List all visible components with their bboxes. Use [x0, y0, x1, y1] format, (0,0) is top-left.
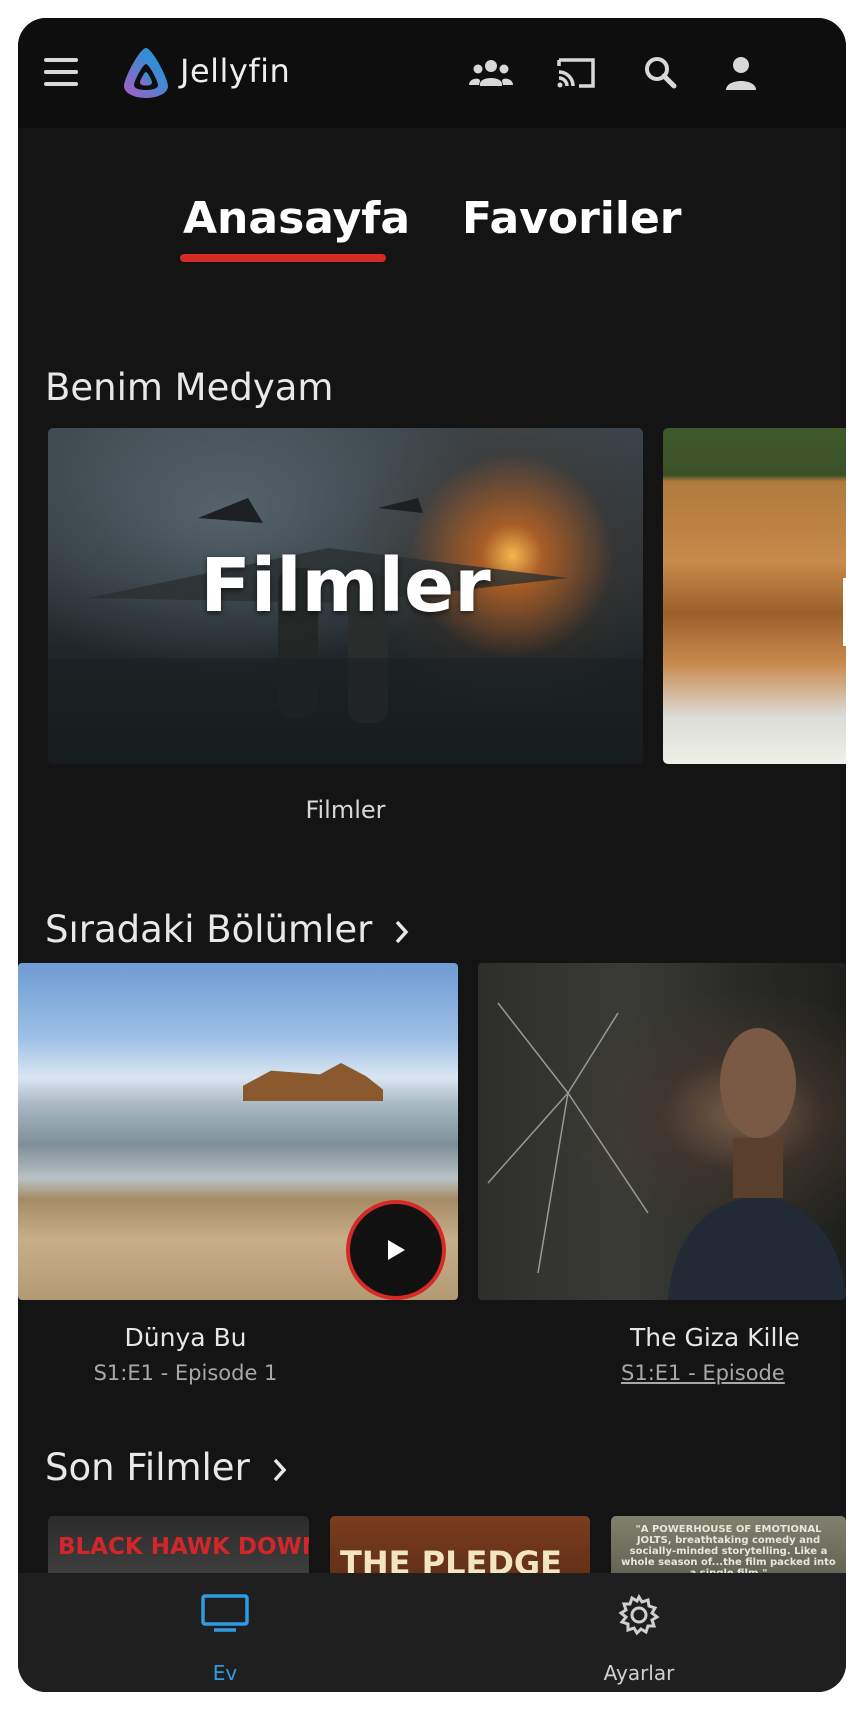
user-profile-icon[interactable]: [718, 52, 764, 94]
syncplay-group-icon[interactable]: [468, 52, 514, 94]
library-card-partial[interactable]: [663, 428, 846, 764]
tab-anasayfa[interactable]: Anasayfa: [183, 193, 410, 244]
section-title-next-up-label: Sıradaki Bölümler: [45, 908, 373, 951]
episode-subtitle-giza-killer[interactable]: S1:E1 - Episode: [621, 1361, 785, 1385]
cast-icon[interactable]: [553, 52, 599, 94]
search-icon[interactable]: [638, 52, 684, 94]
play-button[interactable]: [346, 1200, 446, 1300]
poster-quote: "A POWERHOUSE OF EMOTIONAL JOLTS, breath…: [621, 1524, 836, 1579]
menu-icon[interactable]: [44, 58, 78, 86]
tab-favoriler[interactable]: Favoriler: [462, 193, 681, 244]
app-name: Jellyfin: [180, 52, 291, 90]
section-title-recent-movies-label: Son Filmler: [45, 1446, 250, 1489]
episode-card-giza-killer[interactable]: [478, 963, 846, 1300]
nav-label-settings: Ayarlar: [603, 1661, 675, 1685]
nav-item-settings[interactable]: Ayarlar: [432, 1573, 846, 1692]
app-screen: Jellyfin Anasayfa Favoriler Benim Medyam…: [18, 18, 846, 1692]
episode-title-giza-killer[interactable]: The Giza Kille: [630, 1323, 800, 1352]
bottom-navigation: Ev Ayarlar: [18, 1573, 846, 1692]
chevron-right-icon: [273, 1458, 286, 1481]
episode-title-dunya-bu[interactable]: Dünya Bu: [98, 1323, 273, 1352]
section-title-my-media: Benim Medyam: [45, 366, 334, 409]
poster-title: BLACK HAWK DOWN: [58, 1534, 309, 1560]
library-card-filmler[interactable]: Filmler: [48, 428, 643, 764]
gear-icon: [618, 1593, 660, 1636]
top-bar: Jellyfin: [18, 18, 846, 128]
nav-label-home: Ev: [212, 1661, 238, 1685]
play-icon: [388, 1240, 405, 1260]
partial-overlay-letter: [843, 578, 846, 646]
active-tab-indicator: [180, 254, 386, 262]
library-card-title: Filmler: [200, 543, 491, 629]
section-title-recent-movies[interactable]: Son Filmler: [45, 1446, 288, 1489]
episode-subtitle-dunya-bu: S1:E1 - Episode 1: [93, 1361, 278, 1385]
chevron-right-icon: [395, 920, 409, 943]
nav-item-home[interactable]: Ev: [18, 1573, 432, 1692]
tv-icon: [201, 1594, 249, 1632]
shipwreck-artwork: [243, 1063, 383, 1101]
library-card-caption: Filmler: [305, 796, 386, 824]
giza-artwork: [487, 1002, 846, 1300]
section-title-next-up[interactable]: Sıradaki Bölümler: [45, 908, 410, 951]
jellyfin-logo: [124, 48, 168, 98]
